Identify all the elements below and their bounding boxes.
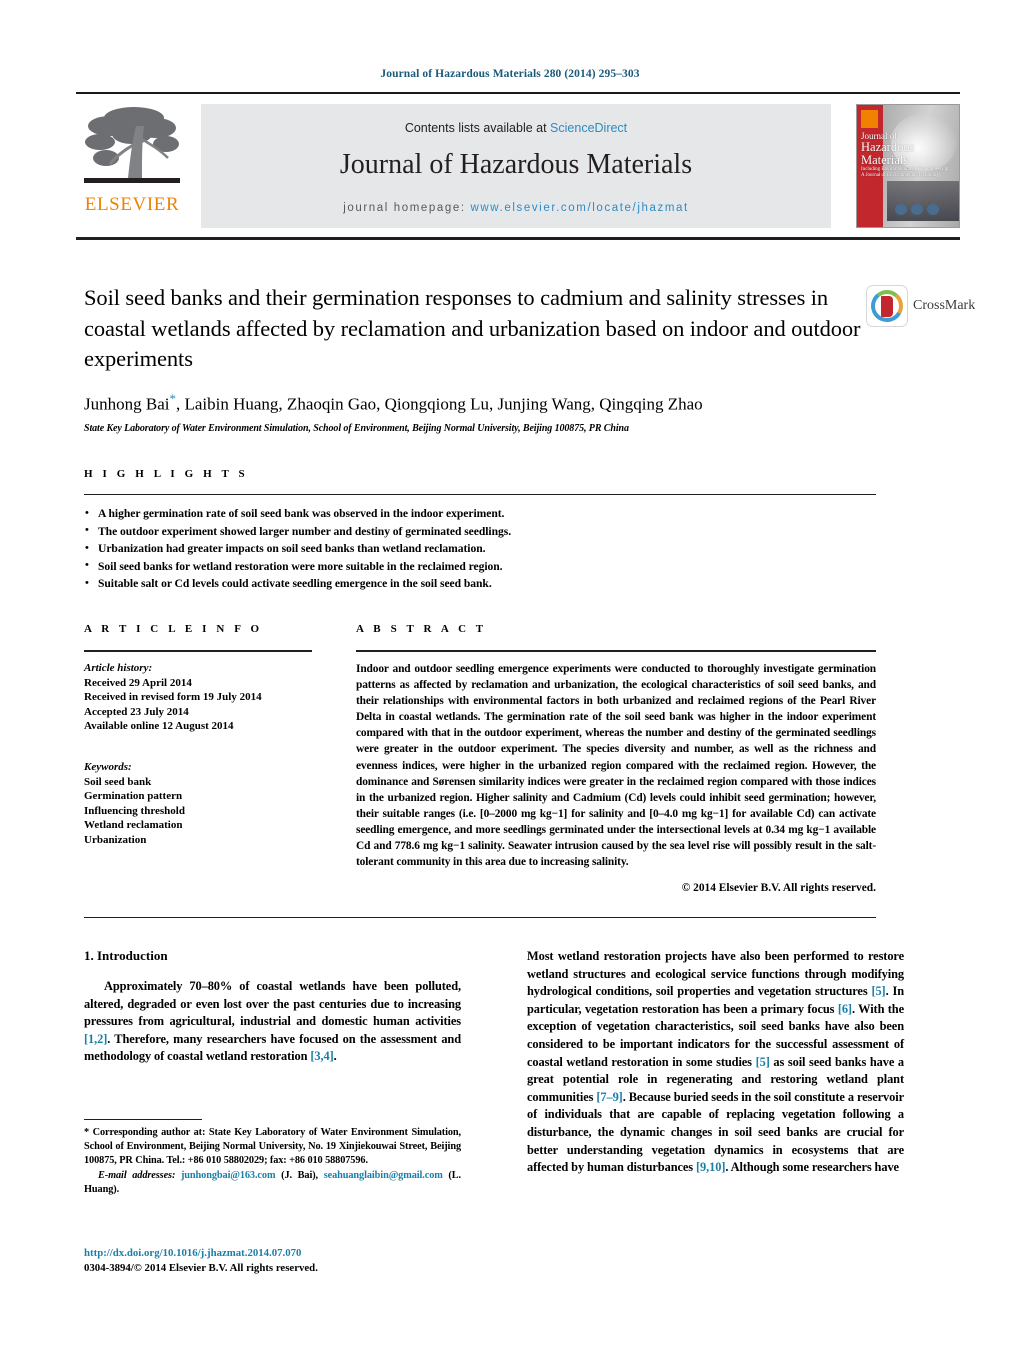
list-item: Urbanization had greater impacts on soil… [84, 540, 876, 558]
abstract-heading: A B S T R A C T [356, 623, 487, 635]
crossmark-book-icon [881, 296, 893, 317]
doi-block: http://dx.doi.org/10.1016/j.jhazmat.2014… [84, 1246, 484, 1276]
contents-available-line: Contents lists available at ScienceDirec… [201, 121, 831, 135]
article-history-label: Article history: [84, 662, 153, 674]
crossmark-label: CrossMark [913, 298, 976, 313]
list-item: Soil seed banks for wetland restoration … [84, 557, 876, 576]
citation-ref[interactable]: [9,10] [696, 1160, 725, 1174]
corresponding-author-text: * Corresponding author at: State Key Lab… [84, 1127, 461, 1167]
list-item: The outdoor experiment showed larger num… [84, 522, 876, 541]
article-info-heading: A R T I C L E I N F O [84, 623, 263, 635]
author-corresponding: Junhong Bai [84, 394, 170, 414]
crossmark-icon [866, 285, 908, 327]
issn-copyright-line: 0304-3894/© 2014 Elsevier B.V. All right… [84, 1262, 318, 1274]
email-link-bai[interactable]: junhongbai@163.com [181, 1170, 276, 1181]
keyword-item: Wetland reclamation [84, 819, 183, 832]
title-block: Soil seed banks and their germination re… [84, 283, 864, 435]
intro-left-column: 1. Introduction Approximately 70–80% of … [84, 948, 461, 1066]
doi-link[interactable]: http://dx.doi.org/10.1016/j.jhazmat.2014… [84, 1246, 484, 1261]
sciencedirect-link[interactable]: ScienceDirect [550, 121, 627, 135]
author-list-rest: , Laibin Huang, Zhaoqin Gao, Qiongqiong … [175, 394, 703, 414]
journal-homepage-line: journal homepage: www.elsevier.com/locat… [201, 202, 831, 214]
highlights-heading: H I G H L I G H T S [84, 468, 249, 480]
list-item: A higher germination rate of soil seed b… [84, 505, 876, 523]
email-person-bai: (J. Bai) [281, 1169, 316, 1181]
keyword-item: Influencing threshold [84, 804, 185, 817]
intro-paragraph-left: Approximately 70–80% of coastal wetlands… [84, 978, 461, 1066]
keyword-item: Soil seed bank [84, 775, 152, 788]
history-online: Available online 12 August 2014 [84, 720, 234, 733]
intro-right-text-a: Most wetland restoration projects have a… [527, 949, 904, 999]
author-list: Junhong Bai*, Laibin Huang, Zhaoqin Gao,… [84, 388, 864, 416]
article-info-rule [84, 650, 312, 652]
intro-left-text-a: Approximately 70–80% of coastal wetlands… [84, 979, 461, 1029]
abstract-rule [356, 650, 876, 652]
abstract-copyright: © 2014 Elsevier B.V. All rights reserved… [681, 882, 876, 895]
intro-left-text-c: . [333, 1049, 337, 1064]
journal-masthead: ELSEVIER Contents lists available at Sci… [76, 92, 960, 240]
keywords-label: Keywords: [84, 760, 132, 773]
article-info-section: A R T I C L E I N F O Article history: R… [84, 623, 312, 848]
masthead-band: Contents lists available at ScienceDirec… [201, 104, 831, 228]
elsevier-logo: ELSEVIER [76, 102, 188, 230]
keyword-item: Germination pattern [84, 790, 183, 803]
citation-ref[interactable]: [5] [871, 984, 885, 998]
crossmark-badge[interactable]: CrossMark [866, 285, 975, 329]
homepage-url-link[interactable]: www.elsevier.com/locate/jhazmat [470, 202, 688, 214]
masthead-bottom-rule [76, 237, 960, 240]
section-heading-introduction: 1. Introduction [84, 948, 168, 963]
citation-ref[interactable]: [7–9] [596, 1090, 622, 1104]
intro-right-column: Most wetland restoration projects have a… [527, 948, 904, 1177]
intro-left-text-b: . Therefore, many researchers have focus… [84, 1031, 461, 1064]
cover-tank [911, 204, 923, 215]
keywords-block: Keywords: Soil seed bank Germination pat… [84, 760, 312, 848]
citation-ref[interactable]: [5] [756, 1055, 770, 1069]
highlights-rule [84, 494, 876, 495]
history-received: Received 29 April 2014 [84, 676, 192, 689]
running-head: Journal of Hazardous Materials 280 (2014… [380, 68, 640, 80]
cover-elsevier-mark [861, 110, 878, 128]
corresponding-author-note: * Corresponding author at: State Key Lab… [84, 1127, 461, 1195]
article-history-block: Article history: Received 29 April 2014 … [84, 661, 312, 734]
cover-subtitle-2: A Journal of Environmental Technology [861, 173, 942, 178]
journal-cover-thumbnail: Journal of Hazardous Materials Including… [856, 104, 960, 228]
homepage-label: journal homepage: [343, 202, 466, 214]
footnote-block: * Corresponding author at: State Key Lab… [84, 1119, 461, 1197]
page-title: Soil seed banks and their germination re… [84, 285, 861, 371]
history-accepted: Accepted 23 July 2014 [84, 705, 189, 718]
journal-title: Journal of Hazardous Materials [339, 149, 693, 180]
cover-tank [927, 204, 939, 215]
elsevier-tree-icon [84, 107, 180, 183]
list-item: Suitable salt or Cd levels could activat… [84, 575, 876, 593]
footnote-rule [84, 1119, 202, 1120]
history-revised: Received in revised form 19 July 2014 [84, 691, 262, 704]
email-addresses-label: E-mail addresses: [98, 1169, 176, 1181]
keyword-item: Urbanization [84, 833, 147, 846]
citation-ref[interactable]: [3,4] [310, 1049, 333, 1063]
masthead-top-rule [76, 92, 960, 94]
citation-ref[interactable]: [1,2] [84, 1032, 107, 1046]
citation-ref[interactable]: [6] [838, 1002, 852, 1016]
email-link-huang[interactable]: seahuanglaibin@gmail.com [324, 1170, 443, 1181]
paper-page: Journal of Hazardous Materials 280 (2014… [0, 0, 1020, 1351]
cover-title-text: Journal of Hazardous Materials Including… [861, 131, 949, 179]
cover-industrial-plant [887, 181, 959, 221]
abstract-section: A B S T R A C T Indoor and outdoor seedl… [356, 623, 876, 894]
cover-title-line3: Materials [861, 153, 909, 167]
intro-paragraph-right: Most wetland restoration projects have a… [527, 948, 904, 1177]
contents-prefix: Contents lists available at [404, 121, 551, 135]
abstract-text: Indoor and outdoor seedling emergence ex… [356, 663, 876, 869]
cover-tank [895, 204, 907, 215]
elsevier-wordmark: ELSEVIER [84, 194, 180, 215]
intro-right-text-f: . Although some researchers have [725, 1160, 899, 1175]
body-separator-rule [84, 917, 876, 918]
highlights-section: H I G H L I G H T S A higher germination… [84, 468, 876, 593]
highlights-list: A higher germination rate of soil seed b… [84, 505, 876, 593]
affiliation: State Key Laboratory of Water Environmen… [84, 423, 629, 435]
